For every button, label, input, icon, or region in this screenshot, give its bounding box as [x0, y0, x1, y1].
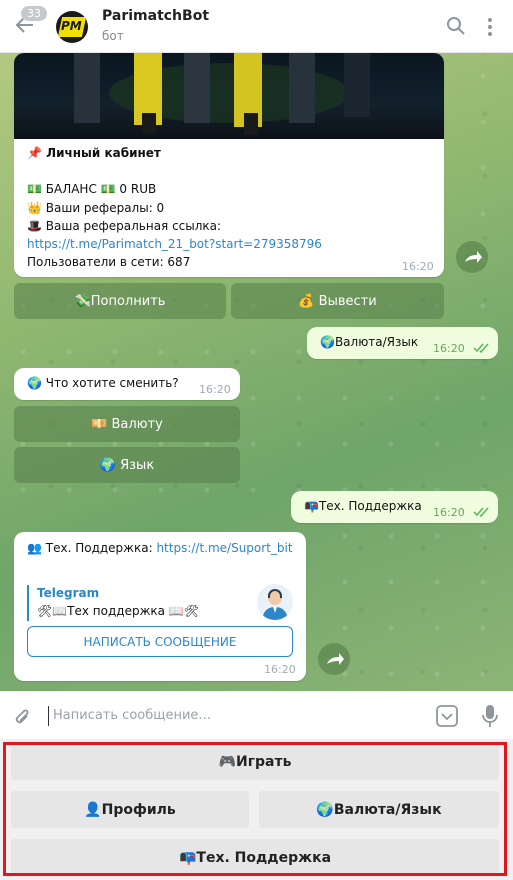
text-cursor [48, 706, 49, 726]
attach-icon[interactable] [12, 706, 32, 728]
outgoing-message: 📭Тех. Поддержка 16:20 [291, 491, 498, 523]
bot-avatar[interactable]: PM [56, 11, 88, 43]
preview-site-name: Telegram [37, 586, 100, 600]
read-checkmarks-icon [473, 343, 489, 353]
message-photo[interactable] [14, 53, 444, 139]
inline-button-deposit[interactable]: 💸Пополнить [14, 283, 226, 319]
support-link[interactable]: https://t.me/Suport_bit [156, 541, 292, 555]
players-image [74, 53, 370, 135]
message-text: 📭Тех. Поддержка [304, 499, 422, 513]
support-agent-icon [262, 589, 288, 620]
share-button[interactable] [456, 241, 488, 273]
chat-header: 33 PM ParimatchBot бот [0, 0, 513, 53]
message-input[interactable]: Написать сообщение... [53, 708, 211, 723]
message-time: 16:20 [433, 342, 465, 355]
message-time: 16:20 [433, 506, 465, 519]
support-prefix: 👥 Тех. Поддержка: [27, 541, 157, 555]
message-composer: Написать сообщение... [0, 691, 513, 739]
logo-text: PM [61, 19, 82, 33]
share-button[interactable] [318, 643, 350, 675]
chat-area[interactable]: 📌 Личный кабинет 💵 БАЛАНС 💵 0 RUB 👑 Ваши… [0, 53, 513, 691]
preview-title: 🛠📖Тех поддержка 📖🛠 [37, 604, 199, 618]
message-time: 16:20 [199, 383, 231, 396]
message-text: 🌍Валюта/Язык [320, 335, 419, 349]
inline-button-currency[interactable]: 💴 Валюту [14, 406, 240, 442]
preview-bar [27, 585, 29, 621]
share-arrow-icon [327, 653, 344, 665]
card-heading: 📌 Личный кабинет [27, 146, 161, 160]
message-text: 🌍 Что хотите сменить? [27, 376, 179, 390]
preview-thumbnail[interactable] [257, 584, 293, 620]
card-balance: 💵 БАЛАНС 💵 0 RUB [27, 182, 157, 196]
message-time: 16:20 [402, 260, 434, 273]
read-checkmarks-icon [473, 507, 489, 517]
chat-title[interactable]: ParimatchBot [102, 8, 209, 24]
share-arrow-icon [465, 251, 482, 263]
unread-count-badge: 33 [21, 6, 47, 21]
chat-subtitle: бот [102, 29, 124, 43]
profile-card-message: 📌 Личный кабинет 💵 БАЛАНС 💵 0 RUB 👑 Ваши… [14, 53, 444, 277]
highlight-frame [3, 742, 507, 876]
card-referral-label: 🎩 Ваша реферальная ссылка: [27, 219, 222, 233]
message-time: 16:20 [264, 663, 296, 676]
more-menu-icon[interactable] [487, 17, 493, 37]
card-referrals: 👑 Ваши рефералы: 0 [27, 201, 165, 215]
microphone-icon[interactable] [482, 704, 498, 728]
support-message: 👥 Тех. Поддержка: https://t.me/Suport_bi… [14, 532, 306, 681]
card-referral-link[interactable]: https://t.me/Parimatch_21_bot?start=2793… [27, 237, 322, 251]
inline-button-language[interactable]: 🌍 Язык [14, 447, 240, 483]
outgoing-message: 🌍Валюта/Язык 16:20 [307, 327, 498, 359]
search-icon[interactable] [446, 16, 466, 36]
support-line: 👥 Тех. Поддержка: https://t.me/Suport_bi… [27, 541, 293, 555]
inline-button-withdraw[interactable]: 💰 Вывести [231, 283, 444, 319]
card-online-users: Пользователи в сети: 687 [27, 255, 191, 269]
keyboard-toggle-icon[interactable] [436, 705, 458, 727]
incoming-message: 🌍 Что хотите сменить? 16:20 [14, 368, 240, 400]
write-message-button[interactable]: НАПИСАТЬ СООБЩЕНИЕ [27, 626, 293, 657]
